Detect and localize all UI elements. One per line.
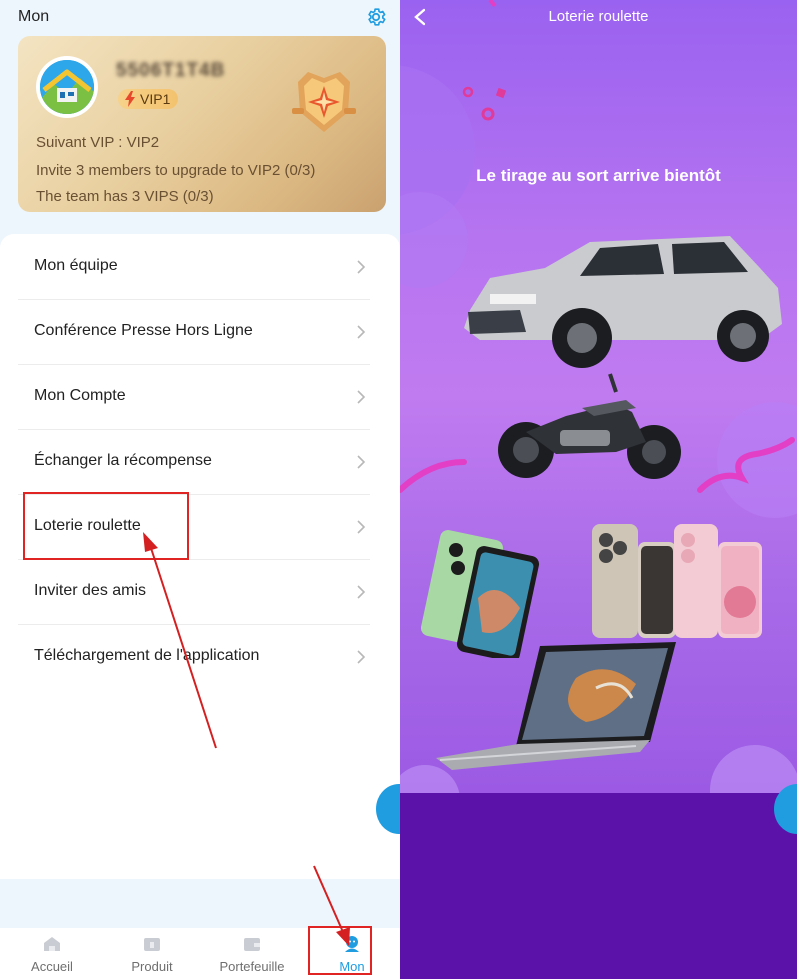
chevron-right-icon [357, 325, 366, 339]
tab-portefeuille[interactable]: Portefeuille [202, 928, 302, 979]
chevron-right-icon [357, 260, 366, 274]
chevron-right-icon [357, 390, 366, 404]
profile-header: Mon [0, 0, 400, 34]
tab-label: Portefeuille [219, 959, 285, 974]
menu-item-telechargement[interactable]: Téléchargement de l'application [18, 625, 370, 690]
chevron-right-icon [357, 455, 366, 469]
vip-card: 5506T1T4B VIP1 Suivant VIP : VIP2 Invite… [18, 36, 386, 212]
team-progress-text: The team has 3 VIPS (0/3) [36, 188, 214, 205]
menu-item-echanger[interactable]: Échanger la récompense [18, 430, 370, 495]
prize-laptop-image [436, 642, 676, 770]
gear-icon[interactable] [365, 6, 387, 28]
menu-item-conference[interactable]: Conférence Presse Hors Ligne [18, 300, 370, 365]
lottery-screen: Loterie roulette Le tirage au sort arriv… [400, 0, 797, 979]
bolt-icon [125, 91, 135, 107]
menu-item-label: Mon Compte [34, 387, 126, 404]
wallet-icon [244, 938, 260, 951]
prize-motorcycle-image [498, 373, 681, 479]
chevron-right-icon [357, 520, 366, 534]
tab-produit[interactable]: Produit [102, 928, 202, 979]
page-title: Loterie roulette [548, 8, 649, 25]
medal-icon [292, 72, 356, 132]
invite-progress-text: Invite 3 members to upgrade to VIP2 (0/3… [36, 162, 316, 179]
menu-item-mon-equipe[interactable]: Mon équipe [18, 235, 370, 300]
prize-iphones-image [592, 524, 762, 638]
menu-item-label: Échanger la récompense [34, 452, 212, 469]
profile-screen: Mon 5506T1T4B VIP1 Suivant VIP: VIP2 In… [0, 0, 400, 979]
tab-label: Produit [131, 959, 173, 974]
product-icon [144, 938, 160, 951]
menu-item-label: Conférence Presse Hors Ligne [34, 322, 253, 339]
chevron-right-icon [357, 585, 366, 599]
lottery-promo-banner: Loterie roulette Le tirage au sort arriv… [400, 0, 797, 793]
home-icon [44, 937, 60, 951]
annotation-highlight-menu [23, 492, 189, 560]
tab-label: Accueil [31, 959, 73, 974]
avatar[interactable] [36, 56, 98, 118]
menu-item-mon-compte[interactable]: Mon Compte [18, 365, 370, 430]
tab-accueil[interactable]: Accueil [2, 928, 102, 979]
vip-level: VIP1 [140, 91, 171, 107]
prize-car-image [464, 236, 782, 368]
menu-item-label: Téléchargement de l'application [34, 647, 260, 664]
next-vip-text: Suivant VIP : VIP2 [36, 134, 160, 151]
user-id: 5506T1T4B [116, 60, 226, 81]
annotation-highlight-tab [308, 926, 372, 975]
promo-heading: Le tirage au sort arrive bientôt [476, 166, 721, 185]
menu-item-inviter[interactable]: Inviter des amis [18, 560, 370, 625]
menu-item-label: Mon équipe [34, 257, 118, 274]
page-title: Mon [18, 8, 50, 25]
menu-item-label: Inviter des amis [34, 582, 147, 599]
chevron-right-icon [357, 650, 366, 664]
vip-badge: VIP1 [118, 89, 179, 109]
avatar-image [40, 60, 94, 114]
